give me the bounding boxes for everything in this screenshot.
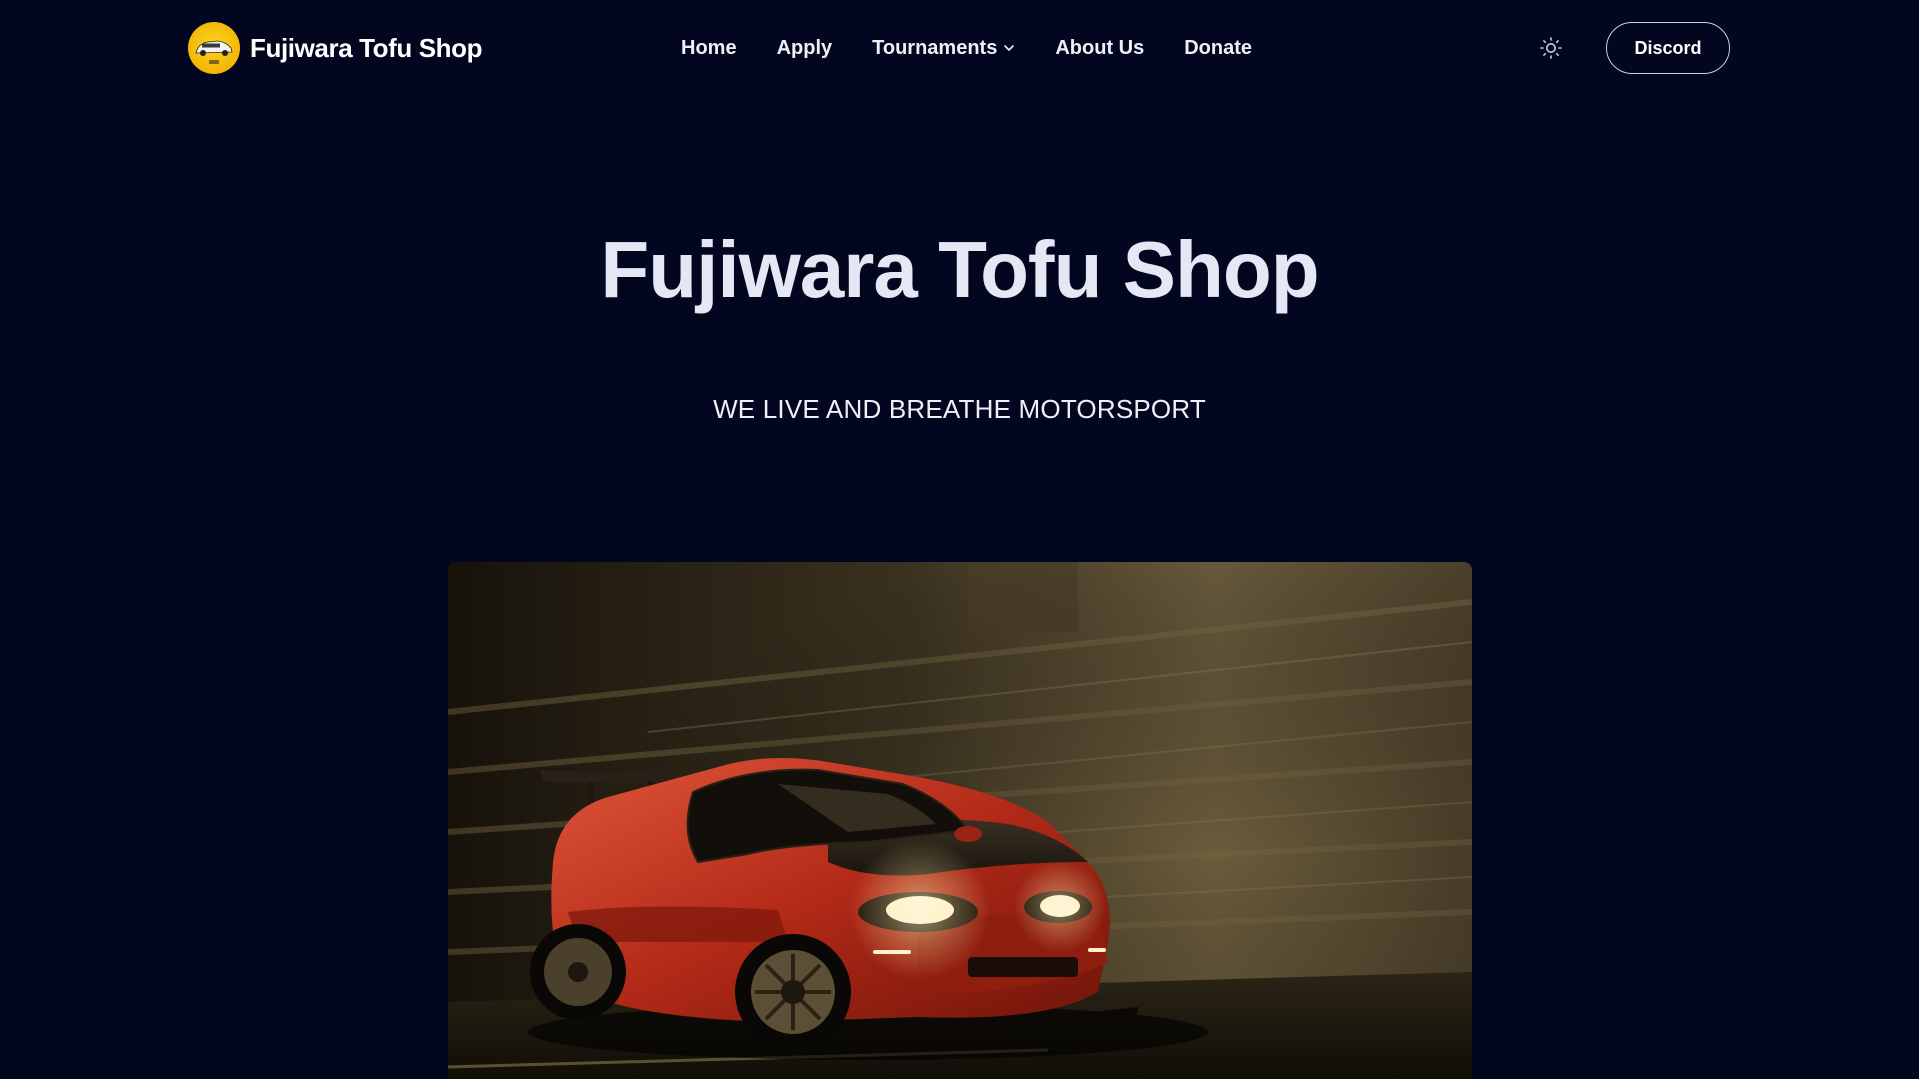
brand-name: Fujiwara Tofu Shop [250, 32, 483, 63]
nav-item-about-us[interactable]: About Us [1055, 37, 1144, 60]
car-logo-icon [188, 22, 240, 74]
nav-item-donate[interactable]: Donate [1184, 37, 1252, 60]
brand-home-link[interactable]: Fujiwara Tofu Shop [188, 21, 482, 75]
hero-title: Fujiwara Tofu Shop [600, 225, 1319, 314]
hero-subtitle: WE LIVE AND BREATHE MOTORSPORT [713, 394, 1206, 424]
discord-button[interactable]: Discord [1606, 22, 1730, 74]
nav-item-tournaments[interactable]: Tournaments [872, 37, 1015, 60]
nav-item-tournaments-label: Tournaments [872, 36, 998, 59]
main-nav: Home Apply Tournaments About Us Donate [681, 0, 1252, 96]
nav-item-home[interactable]: Home [681, 37, 737, 60]
hero-car-image [448, 562, 1472, 1079]
sun-icon [1540, 37, 1562, 59]
nav-item-apply[interactable]: Apply [777, 37, 833, 60]
top-nav: Fujiwara Tofu Shop Home Apply Tournament… [0, 0, 1919, 96]
chevron-down-icon [1004, 45, 1015, 51]
theme-toggle-button[interactable] [1536, 33, 1566, 63]
page: Fujiwara Tofu Shop Home Apply Tournament… [0, 0, 1919, 1079]
